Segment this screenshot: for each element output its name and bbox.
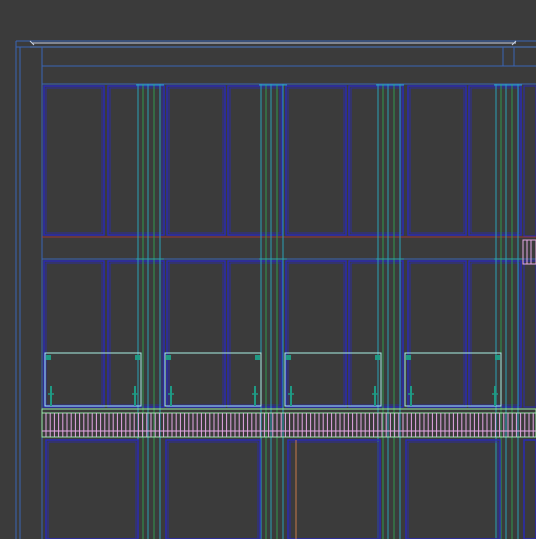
railing-clamp-right: [255, 355, 260, 360]
railing-clamp-left: [46, 355, 51, 360]
railing-clamp-left: [286, 355, 291, 360]
railing-clamp-right: [495, 355, 500, 360]
railing-clamp-left: [166, 355, 171, 360]
railing-clamp-right: [375, 355, 380, 360]
elevation-drawing: [0, 0, 536, 539]
canvas-background: [0, 0, 536, 539]
railing-clamp-right: [135, 355, 140, 360]
railing-clamp-left: [406, 355, 411, 360]
cad-viewport: [0, 0, 536, 539]
